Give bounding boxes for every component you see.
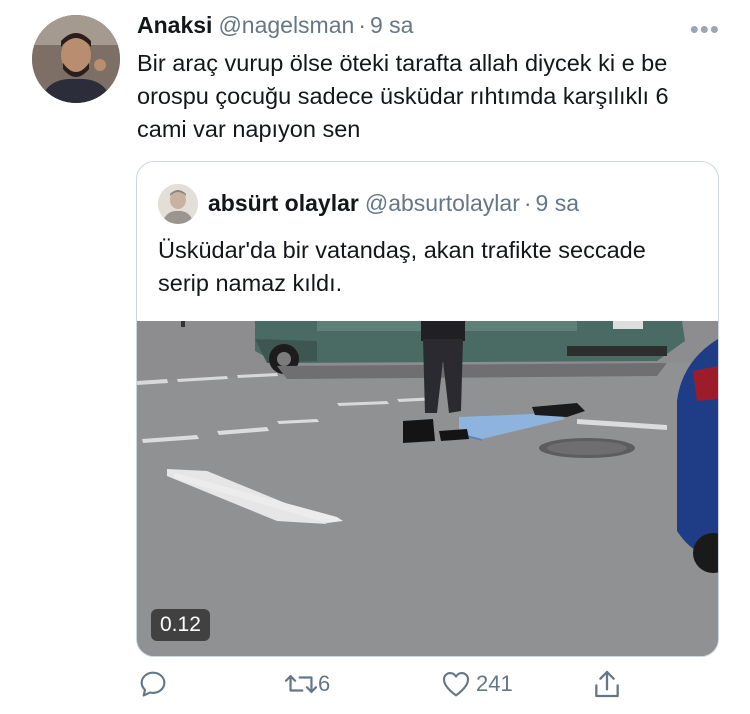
tweet-header: Anaksi @nagelsman · 9 sa xyxy=(137,12,413,39)
retweet-count: 6 xyxy=(318,671,331,696)
quoted-separator: · xyxy=(523,190,532,216)
quoted-avatar[interactable] xyxy=(158,184,198,224)
reply-icon xyxy=(140,671,166,697)
quoted-avatar-image xyxy=(158,184,198,224)
quoted-author-name[interactable]: absürt olaylar xyxy=(208,190,359,216)
quoted-tweet[interactable]: absürt olaylar @absurtolaylar · 9 sa Üsküda… xyxy=(136,161,719,657)
like-button[interactable]: 241 xyxy=(440,668,513,700)
share-button[interactable] xyxy=(592,668,622,700)
tweet-text: Bir araç vurup ölse öteki tarafta allah … xyxy=(137,50,669,142)
like-count: 241 xyxy=(476,671,513,696)
heart-icon xyxy=(442,672,470,697)
avatar-image xyxy=(32,15,120,103)
author-handle[interactable]: @nagelsman xyxy=(218,12,354,38)
quoted-author-handle[interactable]: @absurtolaylar xyxy=(365,190,520,216)
separator: · xyxy=(358,12,366,38)
quoted-header: absürt olaylar @absurtolaylar · 9 sa xyxy=(208,190,579,217)
action-bar: 6 241 xyxy=(0,668,750,708)
video-frame xyxy=(137,321,718,656)
video-duration: 0.12 xyxy=(151,609,210,641)
avatar[interactable] xyxy=(32,15,120,103)
timestamp[interactable]: 9 sa xyxy=(370,12,413,38)
quoted-timestamp[interactable]: 9 sa xyxy=(536,190,579,216)
retweet-icon xyxy=(284,675,318,693)
quoted-text: Üsküdar'da bir vatandaş, akan trafikte s… xyxy=(158,237,646,296)
more-icon[interactable]: ••• xyxy=(690,14,720,45)
share-icon xyxy=(595,670,619,698)
video-player[interactable]: 0.12 xyxy=(137,321,718,656)
retweet-button[interactable]: 6 xyxy=(284,668,330,700)
author-name[interactable]: Anaksi xyxy=(137,12,212,38)
reply-button[interactable] xyxy=(137,668,169,700)
